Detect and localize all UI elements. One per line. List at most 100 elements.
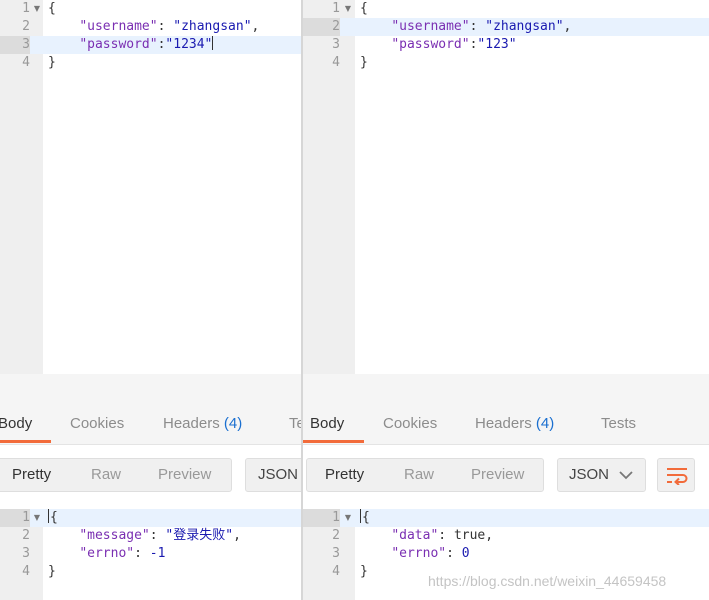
code-text: "errno": -1 bbox=[48, 545, 165, 563]
json-key: "errno" bbox=[79, 546, 135, 561]
json-value: "zhangsan" bbox=[173, 19, 252, 34]
tab-headers[interactable]: Headers (4) bbox=[163, 414, 242, 434]
json-value: "1234" bbox=[165, 37, 213, 52]
fold-arrow-icon[interactable]: ▼ bbox=[343, 509, 353, 527]
left-pane: 1 ▼ { 2 "username": "zhangsan", 3 "passw… bbox=[0, 0, 301, 600]
json-key: "password" bbox=[79, 37, 158, 52]
brace-text: { bbox=[50, 510, 58, 525]
code-text: { bbox=[360, 509, 370, 527]
tab-tests[interactable]: Tests bbox=[289, 414, 301, 434]
tab-headers-label: Headers bbox=[475, 415, 532, 432]
code-text: { bbox=[48, 509, 58, 527]
view-mode-switch: Pretty Raw Preview bbox=[306, 458, 544, 492]
headers-count-badge: (4) bbox=[535, 415, 555, 432]
json-value: true bbox=[453, 528, 486, 543]
right-request-editor[interactable]: 1 ▼ { 2 "username": "zhangsan", 3 "passw… bbox=[303, 0, 709, 374]
line-number: 1 bbox=[22, 1, 30, 16]
fold-arrow-icon[interactable]: ▼ bbox=[343, 0, 353, 18]
line-number: 4 bbox=[22, 55, 30, 70]
tab-body[interactable]: Body bbox=[0, 414, 32, 434]
json-key: "data" bbox=[391, 528, 439, 543]
code-text: "data": true, bbox=[360, 527, 493, 545]
format-dropdown-label: JSON bbox=[569, 466, 610, 483]
raw-button[interactable]: Raw bbox=[404, 459, 434, 491]
code-text: } bbox=[360, 55, 368, 70]
code-text: } bbox=[48, 55, 56, 70]
format-dropdown[interactable]: JSON bbox=[245, 458, 301, 492]
code-line: 1 ▼ { bbox=[0, 0, 301, 18]
tab-tests[interactable]: Tests bbox=[601, 414, 636, 434]
pretty-button[interactable]: Pretty bbox=[325, 459, 364, 491]
line-number: 1 bbox=[303, 509, 340, 527]
text-cursor bbox=[360, 509, 361, 523]
json-colon: : bbox=[134, 546, 150, 561]
headers-count-badge: (4) bbox=[223, 415, 243, 432]
line-number: 4 bbox=[22, 564, 30, 579]
code-line-active: 1 ▼ { bbox=[303, 509, 709, 527]
watermark-text: https://blog.csdn.net/weixin_44659458 bbox=[428, 573, 667, 589]
tab-headers-label: Headers bbox=[163, 415, 220, 432]
code-line: 3 "password":"123" bbox=[303, 36, 709, 54]
json-colon: : bbox=[469, 19, 486, 34]
view-mode-switch: Pretty Raw Preview bbox=[0, 458, 232, 492]
json-value: "zhangsan" bbox=[485, 19, 564, 34]
code-text: "username": "zhangsan", bbox=[48, 18, 259, 36]
active-tab-indicator bbox=[0, 440, 51, 443]
tab-headers[interactable]: Headers (4) bbox=[475, 414, 554, 434]
code-line: 3 "errno": 0 bbox=[303, 545, 709, 563]
code-line: 4 } bbox=[0, 563, 301, 581]
preview-button[interactable]: Preview bbox=[471, 459, 524, 491]
code-text: "username": "zhangsan", bbox=[360, 18, 571, 36]
right-response-toolbar: Pretty Raw Preview JSON bbox=[303, 445, 709, 509]
fold-arrow-icon[interactable]: ▼ bbox=[32, 509, 42, 527]
code-line-active: 1 ▼ { bbox=[0, 509, 301, 527]
left-response-toolbar: Pretty Raw Preview JSON bbox=[0, 445, 301, 509]
code-line: 4 } bbox=[303, 54, 709, 72]
chevron-down-icon bbox=[619, 471, 633, 480]
code-text: { bbox=[360, 1, 368, 16]
code-line: 2 "message": "登录失败", bbox=[0, 527, 301, 545]
preview-button[interactable]: Preview bbox=[158, 459, 211, 491]
text-cursor bbox=[212, 36, 214, 50]
json-key: "username" bbox=[79, 19, 158, 34]
left-request-editor[interactable]: 1 ▼ { 2 "username": "zhangsan", 3 "passw… bbox=[0, 0, 301, 374]
line-number: 1 bbox=[332, 1, 340, 16]
wrap-lines-button[interactable] bbox=[657, 458, 695, 492]
line-number: 2 bbox=[22, 19, 30, 34]
active-tab-indicator bbox=[303, 440, 364, 443]
json-comma: , bbox=[251, 19, 260, 34]
code-text: "message": "登录失败", bbox=[48, 527, 241, 545]
json-colon: : bbox=[149, 528, 166, 543]
json-colon: : bbox=[438, 528, 454, 543]
json-value: "登录失败" bbox=[165, 528, 234, 543]
line-number: 3 bbox=[0, 36, 30, 54]
format-dropdown[interactable]: JSON bbox=[557, 458, 646, 492]
json-key: "message" bbox=[79, 528, 150, 543]
line-number: 3 bbox=[22, 546, 30, 561]
tab-cookies[interactable]: Cookies bbox=[383, 414, 437, 434]
line-number: 2 bbox=[303, 18, 340, 36]
tab-body[interactable]: Body bbox=[310, 414, 344, 434]
code-text: } bbox=[48, 564, 56, 579]
line-number: 4 bbox=[332, 564, 340, 579]
format-dropdown-label: JSON bbox=[258, 466, 299, 483]
fold-arrow-icon[interactable]: ▼ bbox=[32, 0, 42, 18]
code-line-active: 3 "password":"1234" bbox=[0, 36, 301, 54]
json-key: "username" bbox=[391, 19, 470, 34]
code-text: } bbox=[360, 564, 368, 579]
json-key: "errno" bbox=[391, 546, 447, 561]
code-text: { bbox=[48, 1, 56, 16]
json-comma: , bbox=[233, 528, 241, 543]
raw-button[interactable]: Raw bbox=[91, 459, 121, 491]
code-line: 4 } bbox=[0, 54, 301, 72]
pretty-button[interactable]: Pretty bbox=[12, 459, 51, 491]
json-comma: , bbox=[485, 528, 494, 543]
json-value: "123" bbox=[477, 37, 517, 52]
left-response-body[interactable]: 1 ▼ { 2 "message": "登录失败", 3 "errno": -1… bbox=[0, 509, 301, 600]
tab-cookies[interactable]: Cookies bbox=[70, 414, 124, 434]
left-response-tabs: Body Cookies Headers (4) Tests bbox=[0, 374, 301, 445]
json-value: 0 bbox=[461, 546, 470, 561]
line-number: 2 bbox=[332, 528, 340, 543]
wrap-lines-icon bbox=[667, 468, 688, 485]
brace-text: { bbox=[362, 510, 370, 525]
